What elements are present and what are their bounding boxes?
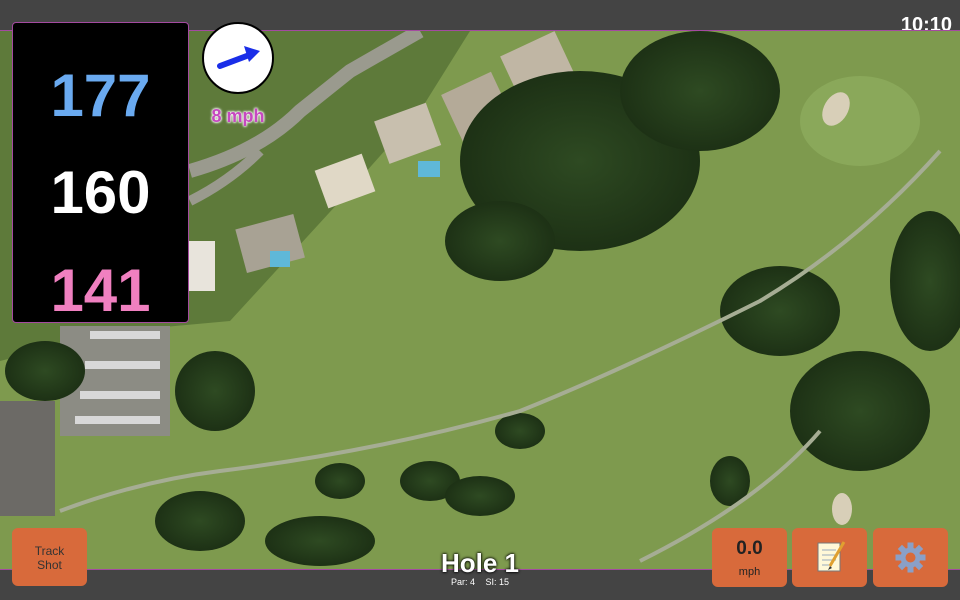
speed-button[interactable]: 0.0 mph — [712, 528, 787, 587]
hole-details: Par: 4 SI: 15 — [400, 577, 560, 587]
hole-info: Hole 1 Par: 4 SI: 15 — [400, 549, 560, 587]
track-shot-label-line2: Shot — [37, 558, 62, 572]
hole-title: Hole 1 — [440, 548, 520, 578]
distance-panel: 177 160 141 — [12, 22, 189, 323]
front-distance: 141 — [50, 257, 151, 324]
speed-unit: mph — [738, 566, 761, 578]
hole-par: Par: 4 — [450, 577, 475, 587]
middle-distance: 160 — [50, 159, 151, 226]
hole-stroke-index: SI: 15 — [485, 577, 510, 587]
notes-button[interactable] — [792, 528, 867, 587]
settings-button[interactable] — [873, 528, 948, 587]
track-shot-label-line1: Track — [34, 544, 65, 558]
arrow-up-right-icon — [217, 46, 260, 69]
wind-speed: 8 mph — [211, 106, 265, 126]
notepad-icon — [817, 541, 846, 572]
track-shot-button[interactable]: Track Shot — [12, 528, 87, 586]
back-distance: 177 — [50, 62, 151, 129]
wind-indicator — [202, 22, 274, 94]
gear-icon — [895, 542, 926, 573]
speed-value: 0.0 — [736, 538, 763, 559]
